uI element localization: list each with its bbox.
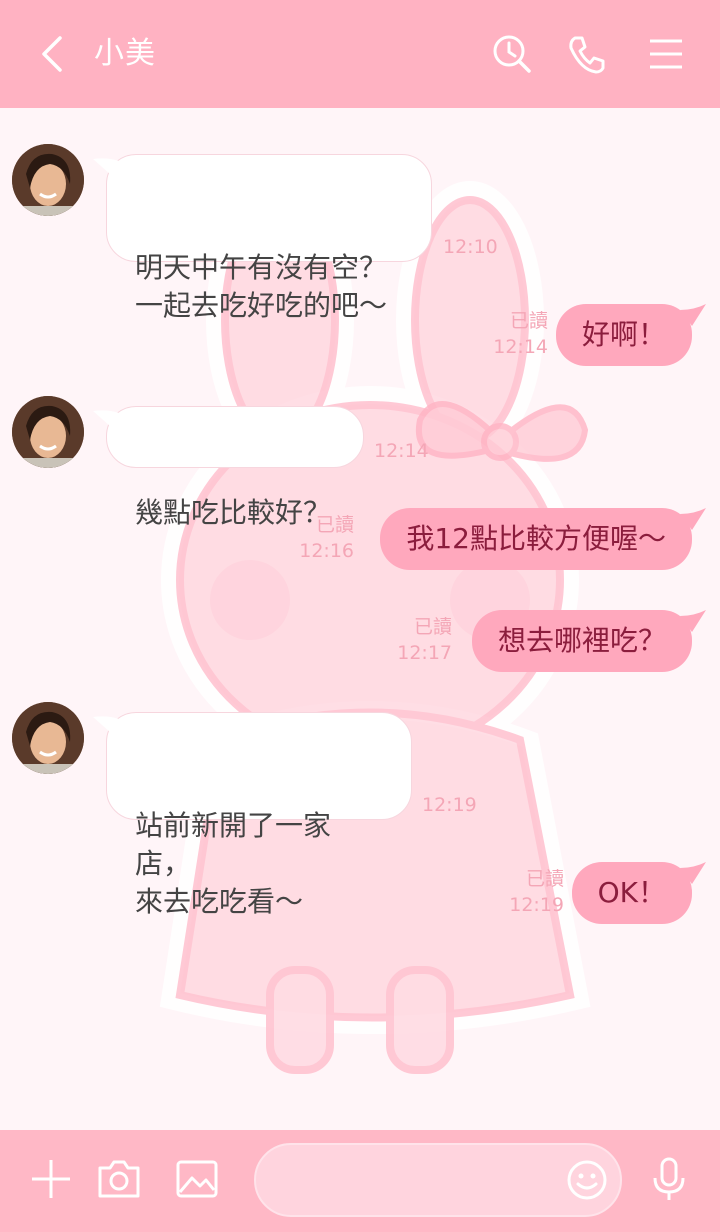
- read-receipt-group: 已讀 12:16: [299, 512, 354, 564]
- chat-header: 小美: [0, 0, 720, 108]
- bubble-tail-icon: [680, 862, 706, 884]
- avatar[interactable]: [12, 144, 84, 216]
- incoming-message-bubble[interactable]: 明天中午有沒有空？ 一起去吃好吃的吧～: [93, 154, 432, 322]
- message-time: 12:19: [509, 894, 564, 916]
- message-text: 想去哪裡吃？: [497, 624, 666, 657]
- bubble-tail-icon: [93, 410, 119, 427]
- read-receipt: 已讀: [525, 868, 564, 890]
- message-time: 12:16: [299, 540, 354, 562]
- bubble-tail-icon: [680, 304, 706, 326]
- message-time: 12:14: [493, 336, 548, 358]
- outgoing-message-bubble[interactable]: OK！: [571, 862, 706, 924]
- emoji-icon[interactable]: [566, 1159, 608, 1201]
- read-receipt-group: 已讀 12:17: [397, 614, 452, 666]
- message-text: 明天中午有沒有空？ 一起去吃好吃的吧～: [135, 251, 388, 322]
- read-receipt: 已讀: [509, 310, 548, 332]
- message-text: 站前新開了一家店， 來去吃吃看～: [135, 809, 332, 918]
- message-time: 12:14: [374, 440, 429, 462]
- outgoing-message-bubble[interactable]: 好啊！: [555, 304, 706, 366]
- message-time: 12:17: [397, 642, 452, 664]
- message-text: 好啊！: [581, 318, 666, 351]
- message-time: 12:10: [443, 236, 498, 258]
- read-receipt-group: 已讀 12:14: [493, 308, 548, 360]
- avatar[interactable]: [12, 702, 84, 774]
- image-icon[interactable]: [174, 1156, 220, 1202]
- message-time: 12:19: [422, 794, 477, 816]
- avatar[interactable]: [12, 396, 84, 468]
- bubble-tail-icon: [680, 610, 706, 632]
- bubble-tail-icon: [93, 158, 119, 175]
- message-text: OK！: [597, 876, 666, 909]
- chat-message-list[interactable]: 明天中午有沒有空？ 一起去吃好吃的吧～ 12:10 已讀 12:14 好啊！ 幾…: [0, 108, 720, 1130]
- plus-icon[interactable]: [28, 1156, 74, 1202]
- bubble-tail-icon: [680, 508, 706, 530]
- menu-icon[interactable]: [644, 32, 688, 76]
- contact-name[interactable]: 小美: [94, 33, 156, 75]
- read-receipt-group: 已讀 12:19: [509, 866, 564, 918]
- contact-photo-icon: [12, 702, 84, 774]
- search-icon[interactable]: [490, 32, 534, 76]
- message-text: 我12點比較方便喔～: [406, 522, 666, 555]
- back-chevron-icon[interactable]: [30, 30, 74, 78]
- read-receipt: 已讀: [413, 616, 452, 638]
- phone-icon[interactable]: [565, 32, 609, 76]
- outgoing-message-bubble[interactable]: 想去哪裡吃？: [471, 610, 706, 672]
- microphone-icon[interactable]: [646, 1156, 692, 1202]
- outgoing-message-bubble[interactable]: 我12點比較方便喔～: [380, 508, 706, 570]
- bubble-tail-icon: [93, 716, 119, 733]
- contact-photo-icon: [12, 396, 84, 468]
- incoming-message-bubble[interactable]: 站前新開了一家店， 來去吃吃看～: [93, 712, 412, 918]
- read-receipt: 已讀: [315, 514, 354, 536]
- incoming-message-bubble[interactable]: 幾點吃比較好？: [93, 406, 364, 529]
- camera-icon[interactable]: [96, 1156, 142, 1202]
- contact-photo-icon: [12, 144, 84, 216]
